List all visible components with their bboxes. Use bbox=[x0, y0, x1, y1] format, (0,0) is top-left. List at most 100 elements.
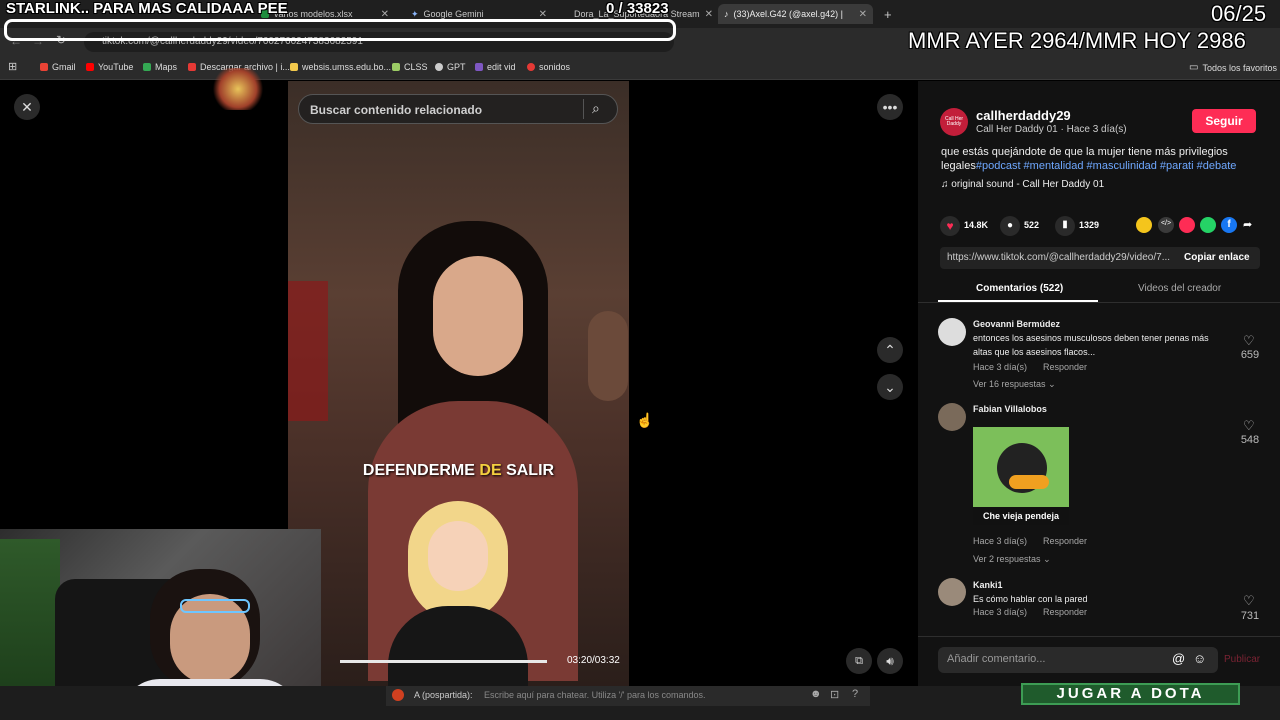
avatar[interactable] bbox=[938, 578, 966, 606]
bookmark-clss[interactable]: CLSS bbox=[392, 62, 428, 72]
background-red-shape bbox=[288, 281, 328, 421]
bookmark-maps[interactable]: Maps bbox=[143, 62, 177, 72]
close-icon: ✕ bbox=[21, 98, 33, 115]
overlay-mmr: MMR AYER 2964/MMR HOY 2986 bbox=[908, 28, 1246, 53]
overlay-date: 06/25 bbox=[1211, 1, 1267, 26]
share-arrow-icon[interactable]: ➦ bbox=[1243, 218, 1252, 231]
divider bbox=[918, 302, 1280, 303]
comment-text: altas que los asesinos flacos... bbox=[973, 347, 1096, 357]
comment-author[interactable]: Kanki1 bbox=[973, 580, 1003, 590]
embed-icon[interactable]: </> bbox=[1158, 217, 1174, 233]
video-link[interactable]: https://www.tiktok.com/@callherdaddy29/v… bbox=[947, 252, 1172, 263]
like-button[interactable]: ♥ bbox=[940, 216, 960, 236]
emoji-share-icon[interactable] bbox=[1136, 217, 1152, 233]
facebook-icon[interactable]: f bbox=[1221, 217, 1237, 233]
close-icon[interactable]: ✕ bbox=[539, 9, 547, 20]
chat-input[interactable]: Escribe aquí para chatear. Utiliza '/' p… bbox=[484, 690, 706, 700]
bookmark-label: websis.umss.edu.bo... bbox=[302, 62, 392, 72]
view-replies[interactable]: Ver 16 respuestas ⌄ bbox=[973, 379, 1056, 390]
tab-title: (33)Axel.G42 (@axel.g42) | bbox=[733, 9, 844, 19]
tab-creator-videos[interactable]: Videos del creador bbox=[1138, 283, 1221, 294]
help-icon[interactable]: ? bbox=[852, 688, 858, 700]
creator-handle[interactable]: callherdaddy29 bbox=[976, 108, 1071, 123]
video-progress-bar[interactable] bbox=[340, 660, 547, 663]
related-search-input[interactable]: Buscar contenido relacionado bbox=[298, 94, 618, 124]
bookmark-websis[interactable]: websis.umss.edu.bo... bbox=[290, 62, 391, 72]
mention-icon[interactable]: @ bbox=[1172, 651, 1185, 666]
bookmark-label: GPT bbox=[447, 62, 466, 72]
avatar[interactable] bbox=[938, 403, 966, 431]
tab-title: Google Gemini bbox=[423, 9, 484, 19]
search-icon[interactable]: ⌕ bbox=[592, 100, 600, 117]
new-tab-button[interactable]: + bbox=[878, 4, 894, 24]
creator-subtitle: Call Her Daddy 01 · Hace 3 día(s) bbox=[976, 124, 1127, 135]
bookmark-label: edit vid bbox=[487, 62, 516, 72]
emoji-icon[interactable]: ☻ bbox=[810, 688, 822, 700]
pip-button[interactable]: ⧉ bbox=[846, 648, 872, 674]
speaker-icon: 🔊︎ bbox=[886, 653, 894, 668]
reply-button[interactable]: Responder bbox=[1043, 362, 1087, 372]
view-replies[interactable]: Ver 2 respuestas ⌄ bbox=[973, 554, 1051, 565]
save-button[interactable]: ▮ bbox=[1055, 216, 1075, 236]
view-replies-label: Ver 2 respuestas bbox=[973, 554, 1041, 564]
play-dota-button[interactable]: JUGAR A DOTA bbox=[1021, 683, 1240, 705]
cartoon-duck-beak bbox=[1009, 475, 1049, 489]
bookmark-youtube[interactable]: YouTube bbox=[86, 62, 133, 72]
comment-text: entonces los asesinos musculosos deben t… bbox=[973, 333, 1209, 343]
copy-link-button[interactable]: Copiar enlace bbox=[1184, 252, 1250, 263]
bookmark-label: Maps bbox=[155, 62, 178, 72]
reply-button[interactable]: Responder bbox=[1043, 607, 1087, 617]
reply-button[interactable]: Responder bbox=[1043, 536, 1087, 546]
music-note-icon: ♫ bbox=[941, 179, 949, 190]
next-video-button[interactable]: ⌄ bbox=[877, 374, 903, 400]
follow-button[interactable]: Seguir bbox=[1192, 109, 1256, 133]
chevron-down-icon: ⌄ bbox=[884, 378, 896, 395]
post-button[interactable]: Publicar bbox=[1224, 654, 1260, 665]
tab-tiktok[interactable]: ♪ (33)Axel.G42 (@axel.g42) | ✕ bbox=[718, 4, 873, 24]
video-player[interactable] bbox=[288, 81, 629, 690]
comment-author[interactable]: Geovanni Bermúdez bbox=[973, 319, 1060, 329]
more-options-button[interactable]: ••• bbox=[877, 94, 903, 120]
previous-video-button[interactable]: ⌃ bbox=[877, 337, 903, 363]
close-video-button[interactable]: ✕ bbox=[14, 94, 40, 120]
creator-avatar[interactable]: Call Her Daddy bbox=[940, 108, 968, 136]
rank-medal-icon bbox=[212, 68, 264, 110]
close-icon[interactable]: ✕ bbox=[859, 9, 867, 20]
background-person bbox=[588, 311, 628, 401]
save-count: 1329 bbox=[1079, 220, 1100, 230]
comment-likes: 548 bbox=[1240, 434, 1260, 446]
volume-button[interactable]: 🔊︎ bbox=[877, 648, 903, 674]
emoji-icon[interactable]: ☺ bbox=[1193, 651, 1206, 666]
bookmark-label: sonidos bbox=[539, 62, 571, 72]
bookmark-sonidos[interactable]: sonidos bbox=[527, 62, 570, 72]
comment-author[interactable]: Fabian Villalobos bbox=[973, 404, 1047, 414]
sound-name: original sound - Call Her Daddy 01 bbox=[951, 179, 1105, 190]
comment-image[interactable]: Che vieja pendeja bbox=[973, 427, 1069, 525]
gpt-icon bbox=[435, 63, 443, 71]
bookmark-all[interactable]: ▭ Todos los favoritos bbox=[1189, 62, 1277, 73]
bookmark-edit-vid[interactable]: edit vid bbox=[475, 62, 516, 72]
speaker-face bbox=[433, 256, 523, 376]
heart-outline-icon[interactable]: ♡ bbox=[1243, 333, 1255, 349]
search-divider bbox=[583, 99, 584, 119]
close-icon[interactable]: ✕ bbox=[381, 9, 389, 20]
apps-grid-icon[interactable]: ⊞ bbox=[8, 60, 17, 73]
hashtags[interactable]: #podcast #mentalidad #masculinidad #para… bbox=[976, 160, 1237, 172]
avatar[interactable] bbox=[938, 318, 966, 346]
chevron-down-icon: ⌄ bbox=[1048, 379, 1056, 389]
bookmark-gpt[interactable]: GPT bbox=[435, 62, 466, 72]
comment-button[interactable]: ● bbox=[1000, 216, 1020, 236]
sound-row[interactable]: ♫ original sound - Call Her Daddy 01 bbox=[941, 179, 1104, 190]
maps-icon bbox=[143, 63, 151, 71]
chat-settings-icon[interactable]: ⊡ bbox=[830, 688, 839, 701]
divider bbox=[918, 636, 1280, 637]
heart-outline-icon[interactable]: ♡ bbox=[1243, 593, 1255, 609]
bookmark-gmail[interactable]: Gmail bbox=[40, 62, 76, 72]
heart-outline-icon[interactable]: ♡ bbox=[1243, 418, 1255, 434]
video-timecode: 03:20/03:32 bbox=[567, 655, 620, 666]
send-icon[interactable] bbox=[1179, 217, 1195, 233]
whatsapp-icon[interactable] bbox=[1200, 217, 1216, 233]
tab-comments[interactable]: Comentarios (522) bbox=[976, 283, 1063, 294]
close-icon[interactable]: ✕ bbox=[705, 9, 713, 20]
comment-likes: 659 bbox=[1240, 349, 1260, 361]
